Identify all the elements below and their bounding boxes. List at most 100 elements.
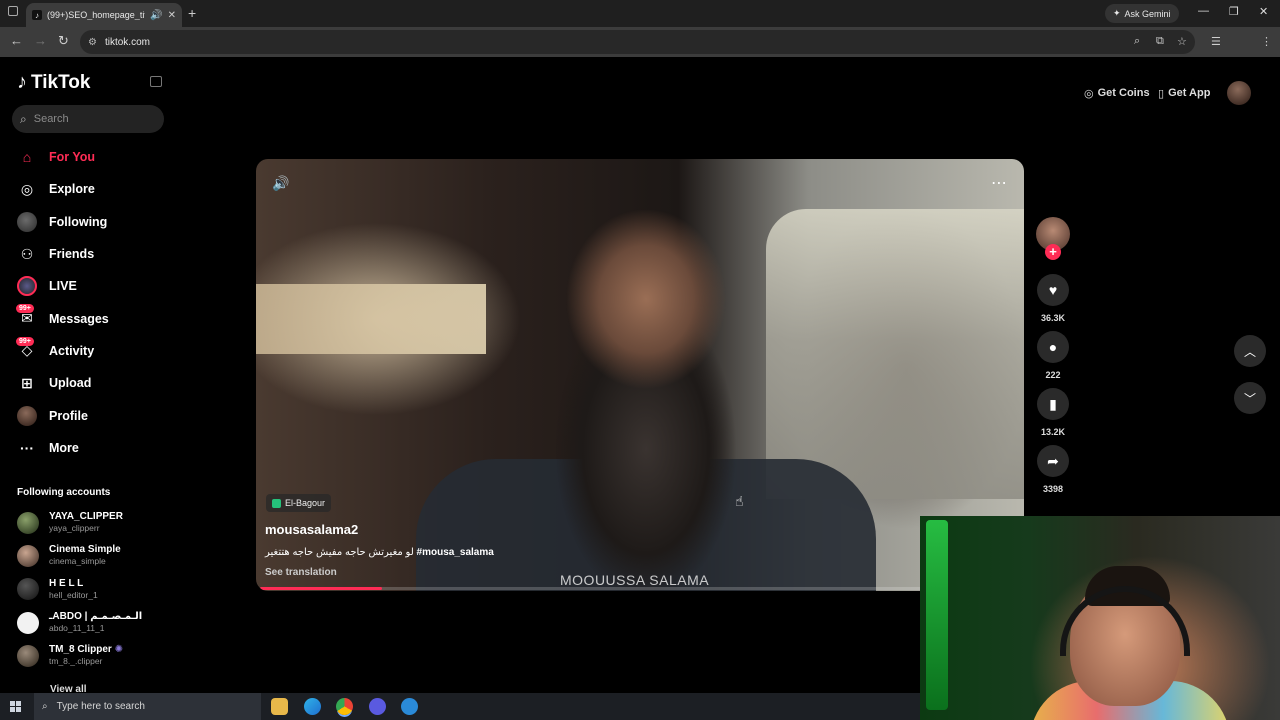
address-url: tiktok.com <box>104 36 150 48</box>
avatar <box>17 644 39 667</box>
caption-hashtag[interactable]: #mousa_salama <box>417 547 494 558</box>
hand-cursor-icon: ☝ <box>735 493 744 509</box>
sidebar-item-messages[interactable]: ✉ 99+ Messages <box>0 302 170 334</box>
follow-plus-icon[interactable]: + <box>1045 244 1061 260</box>
comment-icon: ● <box>1048 339 1058 355</box>
streamer-webcam-overlay <box>920 516 1280 720</box>
sidebar-item-explore[interactable]: ◎ Explore <box>0 173 170 205</box>
sidebar-item-label: Friends <box>49 247 95 262</box>
get-coins-button[interactable]: ◎ Get Coins <box>1074 79 1160 107</box>
avatar <box>17 578 39 601</box>
collapse-sidebar-icon[interactable] <box>150 76 162 87</box>
sidebar-item-label: LIVE <box>49 279 77 294</box>
restore-icon[interactable]: ❐ <box>1229 5 1239 18</box>
tab-close-icon[interactable]: ✕ <box>168 10 176 21</box>
sidebar-item-activity[interactable]: ◇ 99+ Activity <box>0 335 170 367</box>
list-item[interactable]: Cinema Simple cinema_simple <box>17 539 167 572</box>
get-app-button[interactable]: ▯ Get App <box>1148 79 1220 107</box>
account-handle: hell_editor_1 <box>49 589 98 600</box>
list-item[interactable]: YAYA_CLIPPER yaya_clipperr <box>17 506 167 539</box>
see-translation-button[interactable]: See translation <box>265 567 337 578</box>
view-all-link[interactable]: View all <box>50 684 87 693</box>
taskbar-search-input[interactable]: ⌕ Type here to search <box>34 693 261 720</box>
list-item[interactable]: H E L Lhell_editor_1 <box>17 573 167 606</box>
sidebar-item-live[interactable]: LIVE <box>0 270 170 302</box>
sound-tag-icon <box>272 498 281 508</box>
sidebar-item-label: For You <box>49 150 96 165</box>
webcam-neon-sign <box>926 520 948 710</box>
site-info-icon[interactable]: ⚙ <box>88 37 97 48</box>
file-explorer-icon[interactable] <box>271 698 288 715</box>
sound-tag[interactable]: El-Bagour <box>266 494 332 512</box>
share-arrow-icon: ➦ <box>1047 452 1059 469</box>
like-button[interactable]: ♥ <box>1037 274 1069 306</box>
sound-tag-label: El-Bagour <box>285 498 326 508</box>
list-item[interactable]: ـABDO | الـمـصـمـم abdo_11_11_1 <box>17 606 167 639</box>
compass-icon: ◎ <box>20 180 34 197</box>
chrome-browser-icon[interactable] <box>336 698 353 715</box>
reading-list-icon[interactable]: ☰ <box>1211 35 1221 48</box>
sidebar-item-label: Messages <box>49 311 109 326</box>
sidebar-item-upload[interactable]: ⊞ Upload <box>0 367 170 399</box>
install-app-icon[interactable]: ⧉ <box>1156 35 1164 48</box>
zoom-icon[interactable]: ⌕ <box>1134 35 1140 48</box>
sidebar-item-friends[interactable]: ⚇ Friends <box>0 238 170 270</box>
list-item[interactable]: TM_8 Clipper ✺ tm_8._.clipper <box>17 639 167 672</box>
video-scene-person <box>546 189 746 591</box>
chevron-up-icon: ︿ <box>1243 344 1256 359</box>
account-name: YAYA_CLIPPER <box>49 511 123 523</box>
taskbar-search-placeholder: Type here to search <box>56 701 145 712</box>
reload-icon[interactable]: ↻ <box>58 34 69 48</box>
share-button[interactable]: ➦ <box>1037 445 1069 477</box>
back-arrow-icon[interactable]: ← <box>10 34 23 48</box>
app-icon[interactable] <box>401 698 418 715</box>
save-button[interactable]: ▮ <box>1037 388 1069 420</box>
search-input[interactable]: ⌕ Search <box>12 105 164 133</box>
heart-icon: ♥ <box>1048 282 1058 298</box>
tab-search-icon[interactable] <box>8 6 18 16</box>
browser-tab-tiktok[interactable]: ♪ (99+)SEO_homepage_title 🔊 ✕ <box>26 3 182 27</box>
account-name: H E L L <box>49 577 84 589</box>
bookmark-star-icon[interactable]: ☆ <box>1177 35 1187 48</box>
previous-video-button[interactable]: ︿ <box>1234 335 1266 367</box>
sidebar-item-label: Activity <box>49 343 95 358</box>
obs-app-icon[interactable] <box>369 698 386 715</box>
gemini-sparkle-icon: ✦ <box>1113 8 1121 18</box>
sidebar-item-more[interactable]: ··· More <box>0 432 170 464</box>
video-author[interactable]: mousasalama2 <box>265 522 358 537</box>
volume-icon[interactable]: 🔊 <box>272 175 289 192</box>
like-count: 36.3K <box>1040 313 1066 323</box>
sidebar-item-label: Following <box>49 214 108 229</box>
ask-gemini-button[interactable]: ✦ Ask Gemini <box>1105 4 1179 23</box>
account-handle: cinema_simple <box>49 556 106 567</box>
live-avatar-icon <box>17 276 37 297</box>
avatar[interactable] <box>1227 81 1251 105</box>
next-video-button[interactable]: ﹀ <box>1234 382 1266 414</box>
home-icon: ⌂ <box>22 149 32 166</box>
sidebar-item-for-you[interactable]: ⌂ For You <box>0 141 170 173</box>
minimize-icon[interactable]: — <box>1198 5 1209 17</box>
forward-arrow-icon[interactable]: → <box>34 34 47 48</box>
tiktok-note-icon: ♪ <box>17 71 27 93</box>
tab-audio-icon[interactable]: 🔊 <box>150 10 162 21</box>
browser-menu-icon[interactable]: ⋮ <box>1261 35 1272 48</box>
new-tab-icon[interactable]: + <box>188 5 196 21</box>
video-player[interactable]: 🔊 ⋯ El-Bagour mousasalama2 لو مغيرتش حاج… <box>256 159 1024 591</box>
ask-gemini-label: Ask Gemini <box>1124 8 1171 19</box>
window-close-icon[interactable]: ✕ <box>1259 5 1268 18</box>
sidebar-item-label: Upload <box>49 376 92 391</box>
sidebar-item-following[interactable]: Following <box>0 206 170 238</box>
search-placeholder: Search <box>33 113 69 125</box>
more-options-icon[interactable]: ⋯ <box>991 173 1007 193</box>
video-progress-bar[interactable] <box>260 587 1020 590</box>
sidebar-item-profile[interactable]: Profile <box>0 399 170 431</box>
address-bar[interactable]: ⚙ tiktok.com <box>80 30 1195 54</box>
search-icon: ⌕ <box>20 111 27 126</box>
video-scene-window-right <box>766 209 1024 499</box>
edge-browser-icon[interactable] <box>304 698 321 715</box>
comment-button[interactable]: ● <box>1037 331 1069 363</box>
tiktok-logo[interactable]: ♪ TikTok <box>17 71 90 94</box>
windows-start-icon[interactable] <box>10 701 21 712</box>
bookmark-icon: ▮ <box>1049 395 1057 412</box>
sidebar-item-label: Profile <box>49 408 88 423</box>
